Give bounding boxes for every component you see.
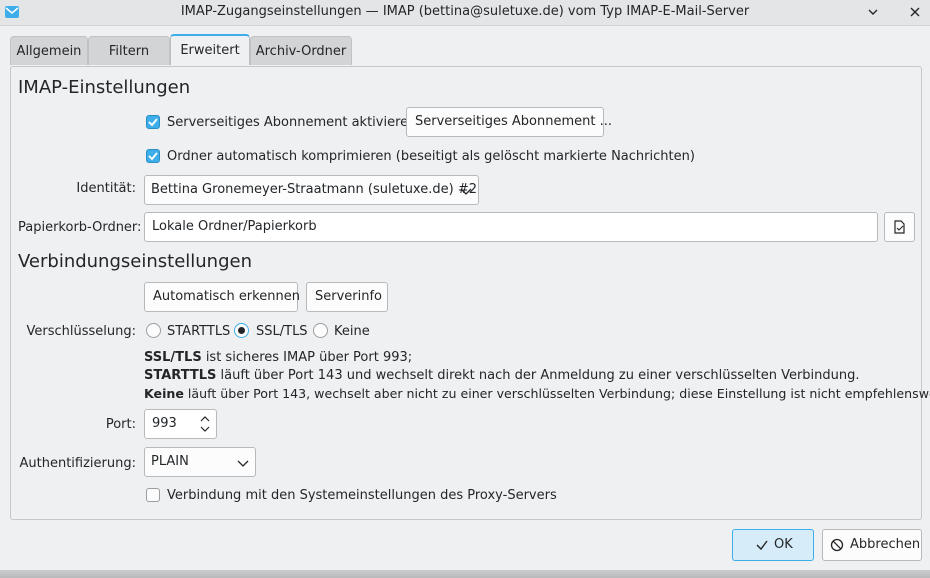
auth-label: Authentifizierung: <box>19 456 137 471</box>
window-title: IMAP-Zugangseinstellungen — IMAP (bettin… <box>180 4 750 19</box>
connection-section-heading: Verbindungseinstellungen <box>18 251 252 272</box>
encryption-info-line: STARTTLS läuft über Port 143 und wechsel… <box>144 368 860 383</box>
encryption-info-line: SSL/TLS ist sicheres IMAP über Port 993; <box>144 350 413 365</box>
trash-folder-label: Papierkorb-Ordner: <box>18 220 142 235</box>
cancel-icon <box>830 538 844 552</box>
proxy-checkbox[interactable] <box>146 488 160 502</box>
radio-starttls[interactable] <box>146 323 161 338</box>
close-icon <box>910 7 920 17</box>
ok-label: OK <box>774 537 793 552</box>
compact-folders-checkbox[interactable] <box>146 149 160 163</box>
chevron-down-icon <box>460 188 472 195</box>
server-subscription-button[interactable]: Serverseitiges Abonnement ... <box>406 107 612 137</box>
identity-label: Identität: <box>76 181 136 196</box>
radio-ssl-tls[interactable] <box>234 323 249 338</box>
identity-value: Bettina Gronemeyer-Straatmann (suletuxe.… <box>151 182 477 197</box>
cancel-label: Abbrechen <box>850 537 921 552</box>
subscription-checkbox[interactable] <box>146 115 160 129</box>
trash-folder-field[interactable]: Lokale Ordner/Papierkorb <box>144 212 878 242</box>
encryption-info-line: Keine läuft über Port 143, wechselt aber… <box>144 386 930 401</box>
ok-button[interactable]: OK <box>732 529 814 561</box>
tab-erweitert[interactable]: Erweitert <box>170 34 250 65</box>
radio-none-label[interactable]: Keine <box>334 324 370 339</box>
trash-folder-value: Lokale Ordner/Papierkorb <box>152 219 317 234</box>
checkmark-icon <box>756 540 768 551</box>
subscription-label[interactable]: Serverseitiges Abonnement aktivieren <box>167 115 416 130</box>
choose-folder-button[interactable] <box>884 212 915 242</box>
auth-select[interactable]: PLAIN <box>144 447 256 477</box>
tab-filtern[interactable]: Filtern <box>88 36 170 65</box>
background-window-strip <box>0 570 930 578</box>
chevron-down-icon <box>868 9 878 15</box>
port-label: Port: <box>105 417 136 432</box>
autodetect-button[interactable]: Automatisch erkennen <box>144 282 300 312</box>
folder-file-icon <box>894 220 905 234</box>
cancel-button[interactable]: Abbrechen <box>822 529 922 561</box>
radio-starttls-label[interactable]: STARTTLS <box>167 324 230 339</box>
checkmark-icon <box>148 152 158 161</box>
compact-folders-label[interactable]: Ordner automatisch komprimieren (beseiti… <box>167 149 695 164</box>
radio-ssl-tls-label[interactable]: SSL/TLS <box>256 324 308 339</box>
minimize-button[interactable] <box>864 3 882 21</box>
checkmark-icon <box>148 118 158 127</box>
identity-select[interactable]: Bettina Gronemeyer-Straatmann (suletuxe.… <box>144 175 479 205</box>
tab-allgemein[interactable]: Allgemein <box>10 36 88 65</box>
encryption-label: Verschlüsselung: <box>26 324 136 339</box>
serverinfo-button[interactable]: Serverinfo <box>306 282 388 312</box>
chevron-down-icon <box>237 460 249 467</box>
tab-archiv-ordner[interactable]: Archiv-Ordner <box>250 36 352 65</box>
radio-none[interactable] <box>313 323 328 338</box>
imap-section-heading: IMAP-Einstellungen <box>18 77 191 98</box>
spin-arrows-icon[interactable] <box>199 414 211 434</box>
close-button[interactable] <box>906 3 924 21</box>
title-bar: IMAP-Zugangseinstellungen — IMAP (bettin… <box>0 0 930 26</box>
proxy-label[interactable]: Verbindung mit den Systemeinstellungen d… <box>167 488 557 503</box>
port-spinbox[interactable]: 993 <box>144 409 217 439</box>
port-value: 993 <box>152 416 177 431</box>
auth-value: PLAIN <box>151 454 189 469</box>
